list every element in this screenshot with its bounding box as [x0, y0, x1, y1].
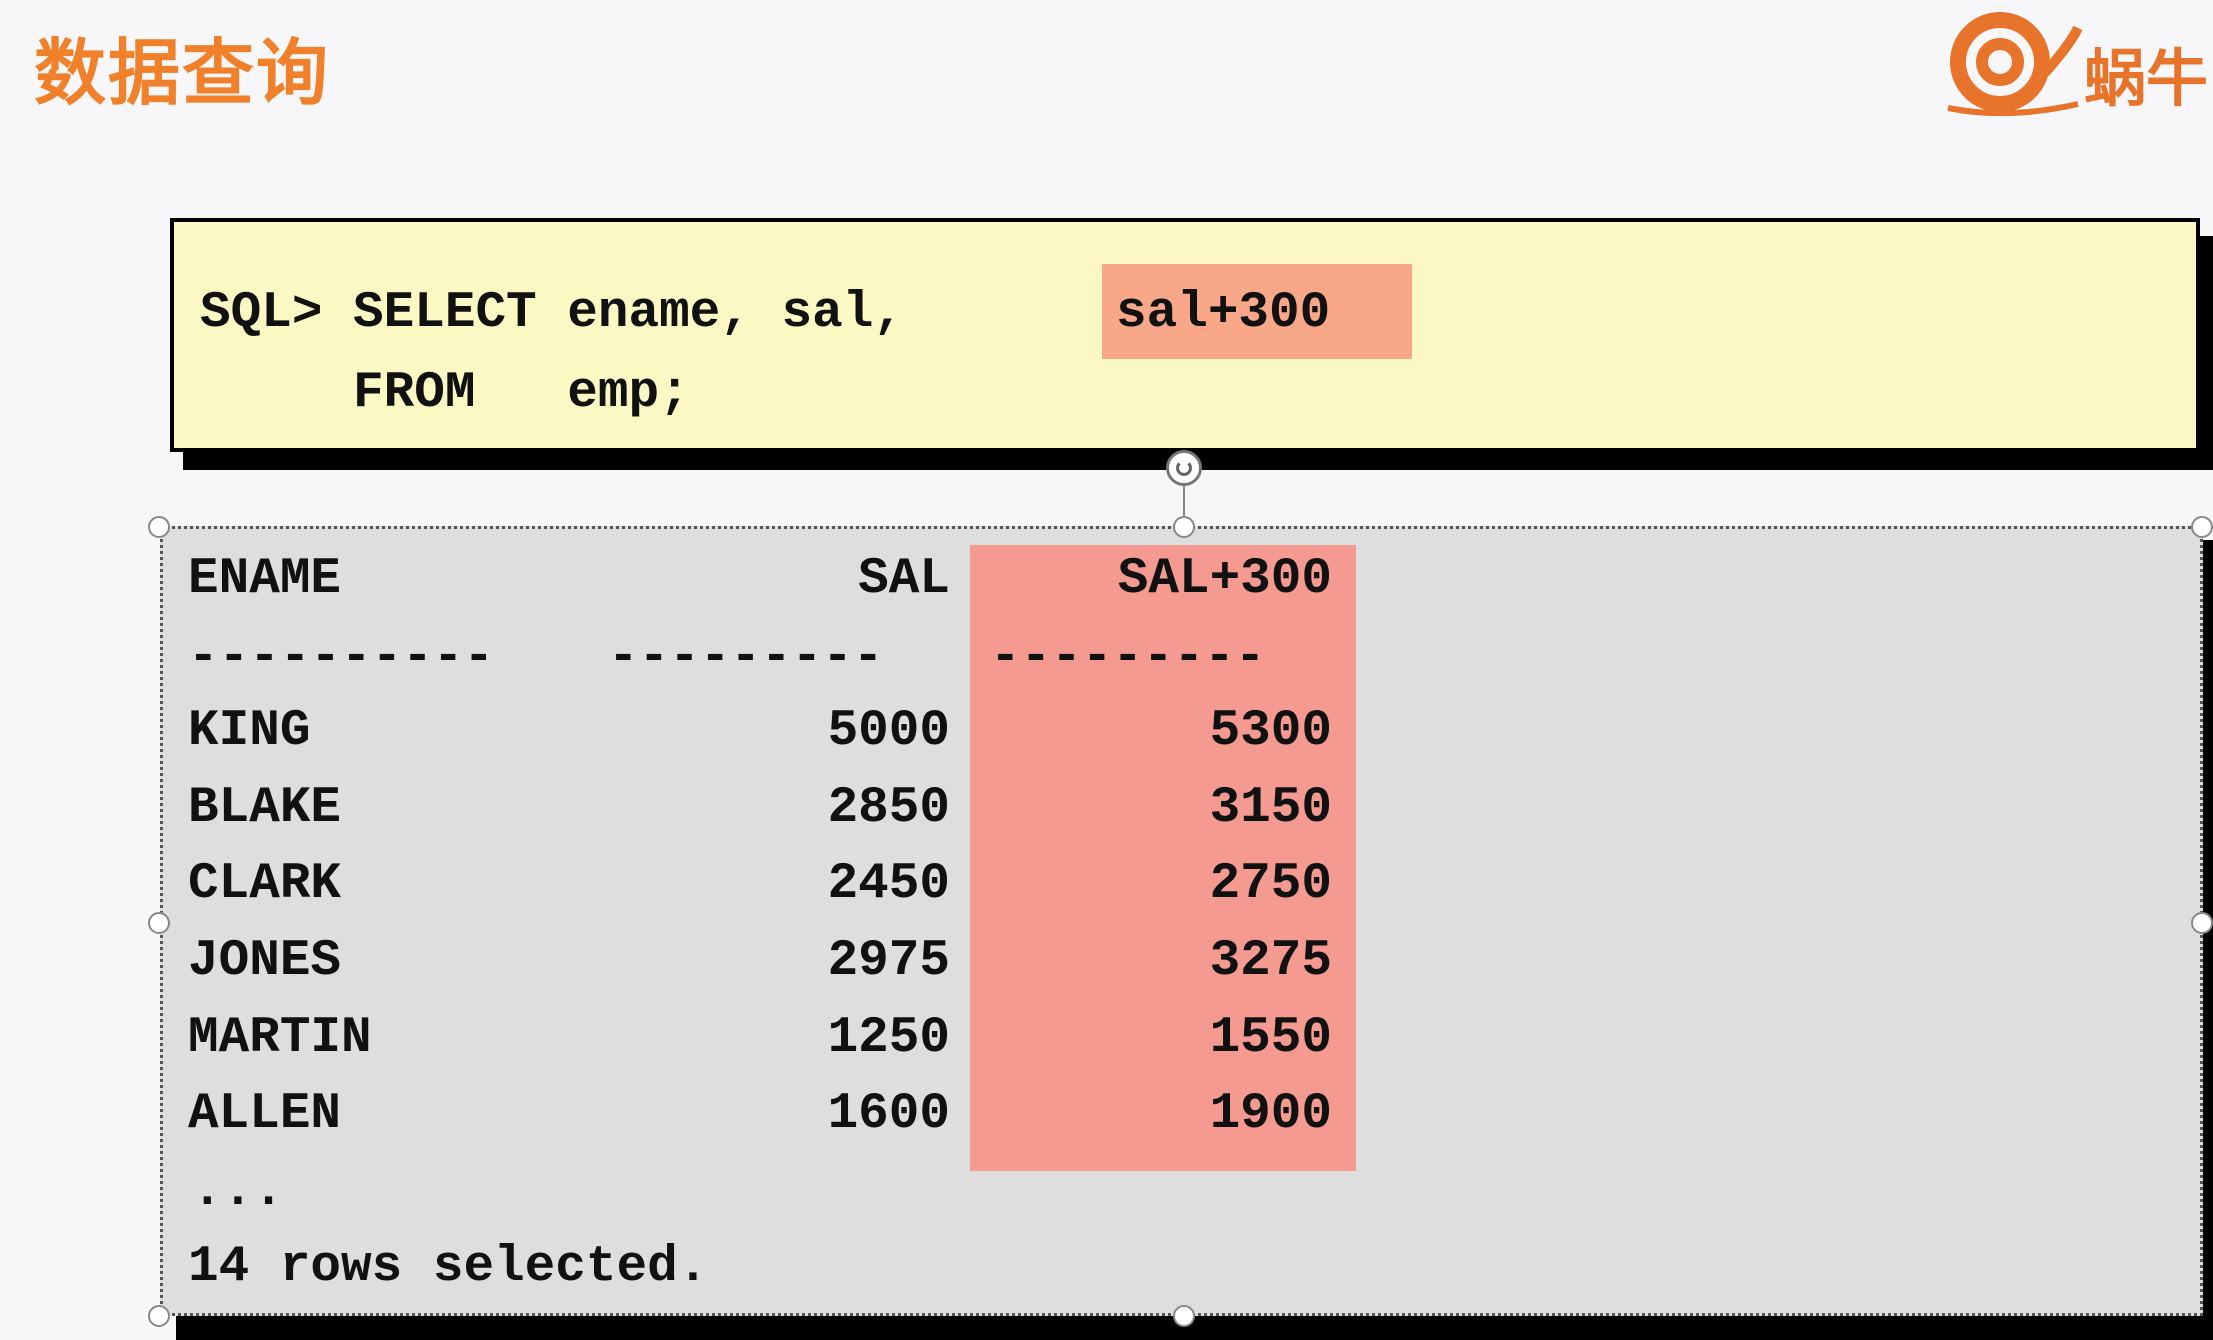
cell-sal: 1250	[827, 1010, 950, 1067]
sql-expression: sal+300	[1116, 285, 1331, 342]
resize-handle-middle-right[interactable]	[2191, 912, 2213, 934]
logo-text: 蜗牛	[2084, 42, 2209, 115]
cell-sal-plus-300: 5300	[1209, 703, 1332, 760]
cell-sal-plus-300: 3275	[1209, 933, 1332, 990]
resize-handle-bottom-left[interactable]	[148, 1305, 170, 1327]
cell-ename: CLARK	[188, 856, 342, 913]
sql-line-1: SQL> SELECT ename, sal,	[200, 285, 904, 342]
separator-ename: ----------	[188, 629, 495, 686]
snail-logo: 蜗牛	[1928, 8, 2213, 118]
resize-handle-top-right[interactable]	[2191, 516, 2213, 538]
cell-ename: MARTIN	[188, 1010, 372, 1067]
rows-selected-footer: 14 rows selected.	[188, 1239, 709, 1296]
cell-ename: ALLEN	[188, 1086, 342, 1143]
resize-handle-bottom-center[interactable]	[1173, 1305, 1195, 1327]
snail-logo-icon	[1947, 12, 2083, 117]
cell-sal-plus-300: 2750	[1209, 856, 1332, 913]
separator-sal-plus-300: ---------	[990, 629, 1266, 686]
separator-sal: ---------	[608, 629, 884, 686]
slide-title: 数据查询	[34, 31, 331, 115]
cell-sal: 1600	[827, 1086, 950, 1143]
resize-handle-top-left[interactable]	[148, 516, 170, 538]
header-sal-plus-300: SAL+300	[1117, 551, 1332, 608]
cell-ename: JONES	[188, 933, 342, 990]
cell-sal: 5000	[827, 703, 950, 760]
cell-sal-plus-300: 1900	[1209, 1086, 1332, 1143]
resize-handle-top-center[interactable]	[1173, 516, 1195, 538]
sql-line-2: FROM emp;	[200, 365, 690, 422]
rotate-handle-icon[interactable]	[1166, 450, 1202, 486]
header-sal: SAL	[858, 551, 950, 608]
cell-ename: KING	[188, 703, 311, 760]
resize-handle-middle-left[interactable]	[148, 912, 170, 934]
cell-sal-plus-300: 1550	[1209, 1010, 1332, 1067]
cell-ename: BLAKE	[188, 780, 342, 837]
header-ename: ENAME	[188, 551, 342, 608]
cell-sal: 2850	[827, 780, 950, 837]
cell-sal: 2450	[827, 856, 950, 913]
cell-sal-plus-300: 3150	[1209, 780, 1332, 837]
result-ellipsis: ...	[192, 1163, 284, 1220]
cell-sal: 2975	[827, 933, 950, 990]
